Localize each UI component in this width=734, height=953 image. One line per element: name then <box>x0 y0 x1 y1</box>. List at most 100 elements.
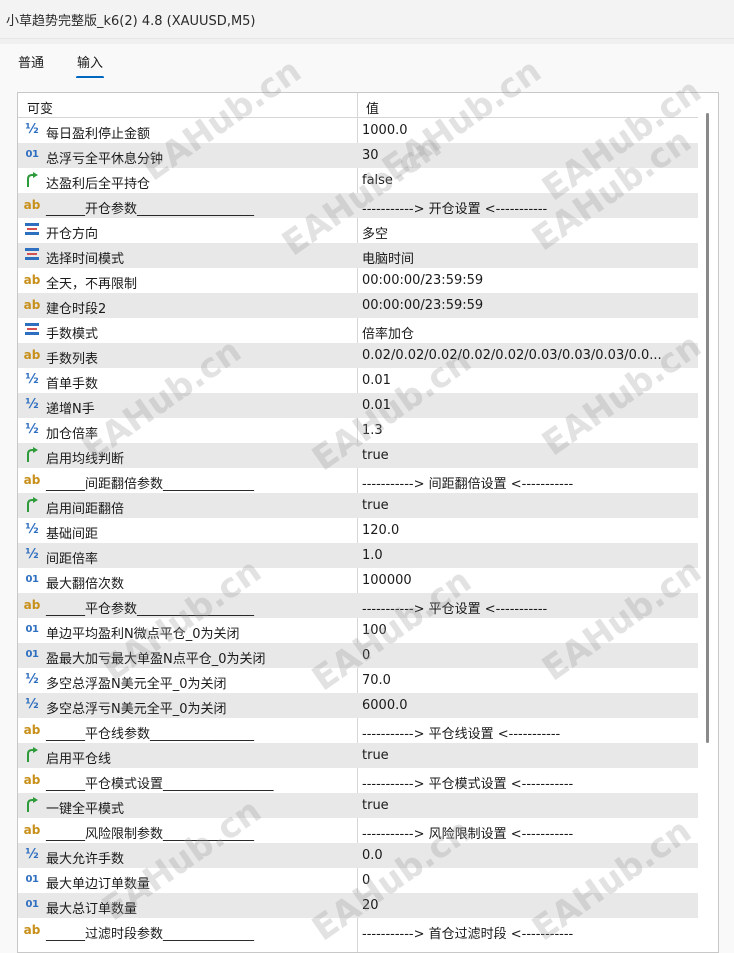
boolean-icon <box>23 496 41 514</box>
column-header-variable[interactable]: 可变 <box>27 98 53 117</box>
parameter-value[interactable]: 100 <box>362 623 696 638</box>
parameter-value[interactable]: 倍率加仓 <box>362 323 696 342</box>
parameter-value[interactable]: -----------> 首仓过滤时段 <----------- <box>362 923 696 942</box>
fraction-icon: ½ <box>25 372 39 387</box>
parameter-row[interactable]: ab 建仓时段2 00:00:00/23:59:59 <box>18 293 698 318</box>
parameter-row[interactable]: 01 最大单边订单数量 0 <box>18 868 698 893</box>
parameter-value[interactable]: 0.0 <box>362 848 696 863</box>
parameter-value[interactable]: -----------> 平仓线设置 <----------- <box>362 723 696 742</box>
parameter-row[interactable]: 01 单边平均盈利N微点平仓_0为关闭 100 <box>18 618 698 643</box>
integer-icon: 01 <box>25 624 39 635</box>
boolean-icon <box>23 171 41 189</box>
parameter-name: ______风险限制参数______________ <box>46 827 255 842</box>
parameter-value[interactable]: 20 <box>362 898 696 913</box>
parameter-value[interactable]: 0.02/0.02/0.02/0.02/0.02/0.03/0.03/0.03/… <box>362 348 696 363</box>
parameter-value[interactable]: -----------> 风险限制设置 <----------- <box>362 823 696 842</box>
parameter-row[interactable]: 手数模式 倍率加仓 <box>18 318 698 343</box>
parameter-value[interactable]: 1.0 <box>362 548 696 563</box>
parameter-row[interactable]: ab ______平仓线参数________________ -----------… <box>18 718 698 743</box>
parameter-row[interactable]: 开仓方向 多空 <box>18 218 698 243</box>
parameter-value[interactable]: 0.01 <box>362 373 696 388</box>
parameter-value[interactable]: -----------> 平仓设置 <----------- <box>362 598 696 617</box>
parameter-row[interactable]: 01 最大总订单数量 20 <box>18 893 698 918</box>
integer-icon: 01 <box>25 149 39 160</box>
enum-icon <box>23 221 41 239</box>
parameter-value[interactable]: -----------> 开仓设置 <----------- <box>362 198 696 217</box>
parameter-row[interactable]: ab ______过滤时段参数______________ ----------->… <box>18 918 698 943</box>
parameter-row[interactable]: 一键全平模式 true <box>18 793 698 818</box>
parameter-row[interactable]: ½ 基础间距 120.0 <box>18 518 698 543</box>
parameter-row[interactable]: 启用平仓线 true <box>18 743 698 768</box>
parameter-row[interactable]: ½ 多空总浮盈N美元全平_0为关闭 70.0 <box>18 668 698 693</box>
parameter-name: 启用均线判断 <box>46 452 125 467</box>
parameter-row[interactable]: 启用均线判断 true <box>18 443 698 468</box>
parameters-grid: 可变 值 ½ 每日盈利停止金额 1000.0 01 总浮亏全平休息分钟 30 达盈利后全平持… <box>17 92 719 953</box>
parameter-value[interactable]: -----------> 平仓模式设置 <----------- <box>362 773 696 792</box>
parameter-row[interactable]: 01 最大翻倍次数 100000 <box>18 568 698 593</box>
tab-inputs[interactable]: 输入 <box>75 52 105 79</box>
parameter-row[interactable]: ½ 间距倍率 1.0 <box>18 543 698 568</box>
vertical-scrollbar[interactable] <box>698 93 718 952</box>
parameter-value[interactable]: 1000.0 <box>362 123 696 138</box>
parameter-row[interactable]: ab ______开仓参数__________________ ----------… <box>18 193 698 218</box>
parameter-row[interactable]: 选择时间模式 电脑时间 <box>18 243 698 268</box>
window-title: 小草趋势完整版_k6(2) 4.8 (XAUUSD,M5) <box>6 14 256 29</box>
parameter-row[interactable]: ab 全天，不再限制 00:00:00/23:59:59 <box>18 268 698 293</box>
inputs-panel: 可变 值 ½ 每日盈利停止金额 1000.0 01 总浮亏全平休息分钟 30 达盈利后全平持… <box>0 78 734 953</box>
parameter-row[interactable]: 启用间距翻倍 true <box>18 493 698 518</box>
parameter-name: 多空总浮亏N美元全平_0为关闭 <box>46 702 227 717</box>
parameter-row[interactable]: ab ______平仓参数__________________ ----------… <box>18 593 698 618</box>
parameter-value[interactable]: 0 <box>362 648 696 663</box>
parameter-value[interactable]: 6000.0 <box>362 698 696 713</box>
parameter-name: ______间距翻倍参数______________ <box>46 477 255 492</box>
parameter-value[interactable]: 00:00:00/23:59:59 <box>362 273 696 288</box>
parameter-value[interactable]: 120.0 <box>362 523 696 538</box>
parameter-name: 每日盈利停止金额 <box>46 127 151 142</box>
parameter-name: 单边平均盈利N微点平仓_0为关闭 <box>46 627 240 642</box>
parameter-value[interactable]: 30 <box>362 148 696 163</box>
parameter-value[interactable]: true <box>362 448 696 463</box>
parameter-row[interactable]: 01 盈最大加亏最大单盈N点平仓_0为关闭 0 <box>18 643 698 668</box>
parameter-row[interactable]: ab 手数列表 0.02/0.02/0.02/0.02/0.02/0.03/0.03… <box>18 343 698 368</box>
parameter-name: ______开仓参数__________________ <box>46 202 255 217</box>
parameter-row[interactable]: ½ 最大允许手数 0.0 <box>18 843 698 868</box>
parameter-row[interactable]: ½ 递增N手 0.01 <box>18 393 698 418</box>
parameter-row[interactable]: 达盈利后全平持仓 false <box>18 168 698 193</box>
parameter-row[interactable]: 01 总浮亏全平休息分钟 30 <box>18 143 698 168</box>
parameter-name: 启用平仓线 <box>46 752 112 767</box>
fraction-icon: ½ <box>25 847 39 862</box>
parameter-value[interactable]: 00:00:00/23:59:59 <box>362 298 696 313</box>
parameter-value[interactable]: 70.0 <box>362 673 696 688</box>
parameter-row[interactable]: ½ 加仓倍率 1.3 <box>18 418 698 443</box>
parameter-row[interactable]: ab ______平仓模式设置_________________ ---------… <box>18 768 698 793</box>
parameter-name: 多空总浮盈N美元全平_0为关闭 <box>46 677 227 692</box>
parameter-row[interactable]: ½ 每日盈利停止金额 1000.0 <box>18 118 698 143</box>
scrollbar-thumb[interactable] <box>706 113 709 743</box>
parameter-row[interactable]: ab ______风险限制参数______________ ----------->… <box>18 818 698 843</box>
parameter-value[interactable]: true <box>362 798 696 813</box>
parameter-value[interactable]: true <box>362 748 696 763</box>
parameter-name: 建仓时段2 <box>46 302 107 317</box>
parameter-name: 启用间距翻倍 <box>46 502 125 517</box>
string-icon: ab <box>23 773 41 787</box>
parameter-value[interactable]: 100000 <box>362 573 696 588</box>
tab-general[interactable]: 普通 <box>18 52 44 77</box>
parameter-value[interactable]: 0.01 <box>362 398 696 413</box>
integer-icon: 01 <box>25 574 39 585</box>
parameter-row[interactable]: ab ______间距翻倍参数______________ ----------->… <box>18 468 698 493</box>
parameter-value[interactable]: 1.3 <box>362 423 696 438</box>
parameter-row[interactable]: ½ 多空总浮亏N美元全平_0为关闭 6000.0 <box>18 693 698 718</box>
column-header-value[interactable]: 值 <box>366 98 379 117</box>
parameter-value[interactable]: true <box>362 498 696 513</box>
parameter-row[interactable]: ½ 首单手数 0.01 <box>18 368 698 393</box>
parameter-name: 总浮亏全平休息分钟 <box>46 152 164 167</box>
parameter-value[interactable]: 多空 <box>362 223 696 242</box>
parameter-value[interactable]: -----------> 间距翻倍设置 <----------- <box>362 473 696 492</box>
string-icon: ab <box>23 198 41 212</box>
fraction-icon: ½ <box>25 122 39 137</box>
parameter-value[interactable]: false <box>362 173 696 188</box>
parameter-name: 手数模式 <box>46 327 99 342</box>
parameter-value[interactable]: 0 <box>362 873 696 888</box>
parameter-value[interactable]: 电脑时间 <box>362 248 696 267</box>
parameter-rows: ½ 每日盈利停止金额 1000.0 01 总浮亏全平休息分钟 30 达盈利后全平持仓 fals… <box>18 118 698 943</box>
